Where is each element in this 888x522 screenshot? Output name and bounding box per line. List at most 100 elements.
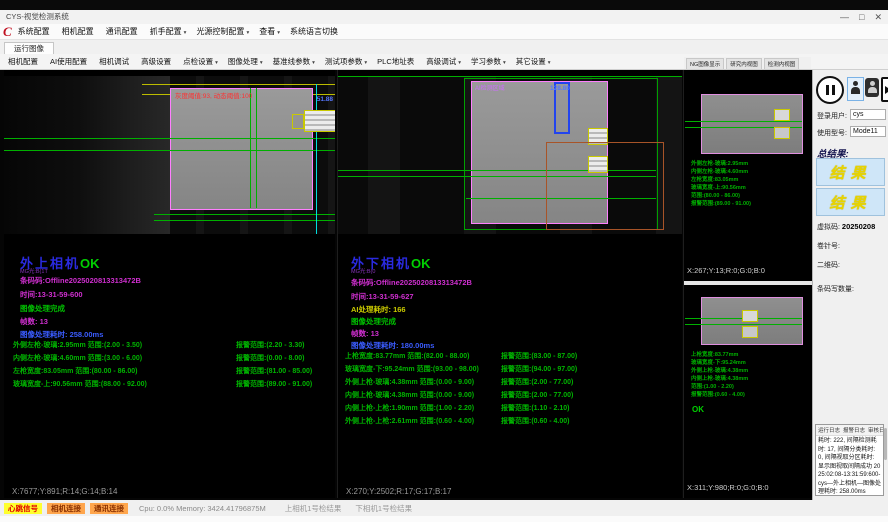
toolbar-item[interactable]: AI使用配置 (50, 56, 89, 67)
measurement-row: 玻璃宽度-下:95.24mm 范围:(93.00 - 98.00) 报警范围:(… (338, 364, 682, 377)
pixel-readout: X:311;Y:980;R:0;G:0;B:0 (687, 483, 769, 492)
menu-item[interactable]: 查看▾ (259, 26, 280, 37)
thumb-measure-lines: 上枪宽度:83.77mm玻璃宽度-下:95.24mm外侧上枪-玻璃:4.38mm… (691, 351, 748, 399)
minimize-icon[interactable]: — (840, 11, 849, 23)
alarm-range: 报警范围:(2.00 - 77.00) (501, 377, 573, 387)
thumb-measure-lines: 外侧左枪-玻璃:2.95mm内侧左枪-玻璃:4.60mm左枪宽度:83.05mm… (691, 160, 751, 208)
toolbar-item[interactable]: 图像处理▾ (228, 56, 263, 67)
login-label: 登录用户: (817, 111, 847, 121)
operator-icon[interactable] (865, 78, 879, 97)
alarm-range: 报警范围:(2.20 - 3.30) (236, 340, 304, 350)
measurement-value: 外侧上枪-上枪:2.61mm 范围:(0.60 - 4.00) (345, 416, 474, 426)
toolbar-item[interactable]: 高级调试▾ (426, 56, 461, 67)
measurement-value: 内侧上枪-玻璃:4.38mm 范围:(0.00 - 9.00) (345, 390, 474, 400)
menu-item[interactable]: 系统配置 (18, 26, 52, 37)
heartbeat-badge: 心跳信号 (4, 503, 42, 514)
maximize-icon[interactable]: □ (859, 11, 864, 23)
measurement-row: 左枪宽度:83.05mm 范围:(80.00 - 86.00) 报警范围:(81… (4, 366, 335, 379)
measurement-row: 上枪宽度:83.77mm 范围:(82.00 - 88.00) 报警范围:(83… (338, 351, 682, 364)
mes-tiny-text: MG光:B(1T (20, 267, 48, 275)
done-text: 图像处理完成 (20, 303, 65, 314)
menu-item[interactable]: 抓手配置▾ (150, 26, 187, 37)
log-scrollbar[interactable] (884, 428, 887, 460)
pause-button[interactable] (816, 76, 844, 104)
chevron-down-icon: ▾ (215, 60, 218, 66)
ai-time-text: AI处理耗时: 166 (351, 304, 406, 315)
user-icon (848, 78, 863, 100)
thumbnail-inner-lower[interactable]: 上枪宽度:83.77mm玻璃宽度-下:95.24mm外侧上枪-玻璃:4.38mm… (684, 285, 812, 498)
overlay-line (142, 84, 335, 85)
toolbar-item[interactable]: 相机配置 (8, 56, 40, 67)
menu-item[interactable]: 通讯配置 (106, 26, 140, 37)
thumbnail-image (701, 94, 803, 154)
toolbar-item[interactable]: 测试项参数▾ (325, 56, 367, 67)
measurement-value: 内侧上枪-上枪:1.90mm 范围:(1.00 - 2.20) (345, 403, 474, 413)
menu-item[interactable]: 光源控制配置▾ (196, 26, 249, 37)
frame-count: 帧数: 13 (351, 328, 379, 339)
thumb-view-tab[interactable]: 检测内视图 (764, 58, 800, 69)
toolbar-item[interactable]: 基准线参数▾ (273, 56, 315, 67)
thumb-view-tab[interactable]: NG图像显示 (686, 58, 724, 69)
field-barcode-count: 条码写数量: (817, 284, 854, 294)
thumb-measure-line: 外侧上枪-玻璃:4.38mm (691, 367, 748, 375)
measurement-value: 外侧左枪-玻璃:2.95mm 范围:(2.00 - 3.50) (13, 340, 142, 350)
thumb-measure-line: 外侧左枪-玻璃:2.95mm (691, 160, 751, 168)
mes-tiny-text: MG光:B(0 (351, 267, 375, 275)
elapsed-text: 图像处理耗时: 258.00ms (20, 329, 103, 340)
camera-panel-outer-upper: 灰度阈值:93, 动态阈值:100 51.88 外上相机OK MG光:B(1T … (4, 70, 335, 498)
measurement-list: 外侧左枪-玻璃:2.95mm 范围:(2.00 - 3.50) 报警范围:(2.… (4, 340, 335, 392)
model-label: 使用型号: (817, 128, 847, 138)
roi-box (546, 142, 664, 230)
camera-image-outer-upper[interactable]: 灰度阈值:93, 动态阈值:100 51.88 (4, 76, 335, 234)
camera-image-outer-lower[interactable]: AI检测区域 128.80 (338, 76, 682, 234)
field-roll-number: 卷针号: (817, 241, 840, 251)
toolbar-item[interactable]: 相机调试 (99, 56, 131, 67)
exit-icon[interactable] (881, 77, 888, 102)
thumb-measure-line: 内侧左枪-玻璃:4.60mm (691, 168, 751, 176)
overlay-line (154, 214, 335, 215)
result-box-1: 结果 (816, 158, 885, 186)
blue-measure-value: 51.88 (317, 96, 333, 103)
close-icon[interactable]: ✕ (874, 11, 882, 23)
measurement-row: 外侧上枪-玻璃:4.38mm 范围:(0.00 - 9.00) 报警范围:(2.… (338, 377, 682, 390)
result-box-2: 结果 (816, 188, 885, 216)
overlay-line (338, 76, 682, 77)
menu-item[interactable]: 相机配置 (62, 26, 96, 37)
app-logo-icon: C (3, 25, 12, 39)
status-ok: OK (692, 405, 704, 414)
model-field[interactable]: Mode11 (850, 126, 886, 137)
barcode-text: 条码码:Offline2025020813313472B (351, 277, 472, 288)
pixel-readout: X:267;Y:13;R:0;G:0;B:0 (687, 266, 765, 275)
alarm-range: 报警范围:(1.10 - 2.10) (501, 403, 569, 413)
measurement-value: 玻璃宽度-上:90.56mm 范围:(88.00 - 92.00) (13, 379, 147, 389)
thumb-measure-line: 玻璃宽度-上:90.56mm (691, 184, 751, 192)
measurement-value: 左枪宽度:83.05mm 范围:(80.00 - 86.00) (13, 366, 138, 376)
connector-part (304, 110, 335, 132)
camera-result-text: 下相机1号检结果 (355, 503, 412, 514)
alarm-range: 报警范围:(89.00 - 91.00) (236, 379, 312, 389)
thumbnail-inner-upper[interactable]: 外侧左枪-玻璃:2.95mm内侧左枪-玻璃:4.60mm左枪宽度:83.05mm… (684, 70, 812, 281)
glass-region (170, 88, 313, 210)
toolbar-item[interactable]: PLC地址表 (377, 56, 416, 67)
measurement-value: 外侧上枪-玻璃:4.38mm 范围:(0.00 - 9.00) (345, 377, 474, 387)
toolbar-item[interactable]: 高级设置 (141, 56, 173, 67)
menu-bar: C 系统配置相机配置通讯配置抓手配置▾ 光源控制配置▾ 查看▾ 系统语言切换 (0, 24, 888, 40)
toolbar-item[interactable]: 其它设置▾ (516, 56, 551, 67)
log-tab[interactable]: 报警日志 (843, 426, 865, 434)
chevron-down-icon: ▾ (503, 60, 506, 66)
toolbar-item[interactable]: 点检设置▾ (183, 56, 218, 67)
camera-results: 上相机1号检结果下相机1号检结果 (271, 503, 412, 514)
blue-measure-value: 128.80 (550, 85, 570, 92)
overlay-line (4, 150, 335, 151)
log-tab[interactable]: 审核日志 (868, 426, 884, 434)
roi-box (292, 114, 304, 129)
user-login-button[interactable] (847, 77, 864, 101)
login-user-field[interactable]: cys (850, 109, 886, 120)
thumb-measure-line: 左枪宽度:83.05mm (691, 176, 751, 184)
log-tab[interactable]: 运行日志 (818, 426, 840, 434)
thumb-measure-line: 范围:(80.00 - 86.00) (691, 192, 751, 200)
time-text: 时间:13-31-59-600 (20, 289, 83, 300)
menu-item[interactable]: 系统语言切换 (290, 26, 340, 37)
thumb-view-tab[interactable]: 研究内视图 (726, 58, 762, 69)
toolbar-item[interactable]: 学习参数▾ (471, 56, 506, 67)
